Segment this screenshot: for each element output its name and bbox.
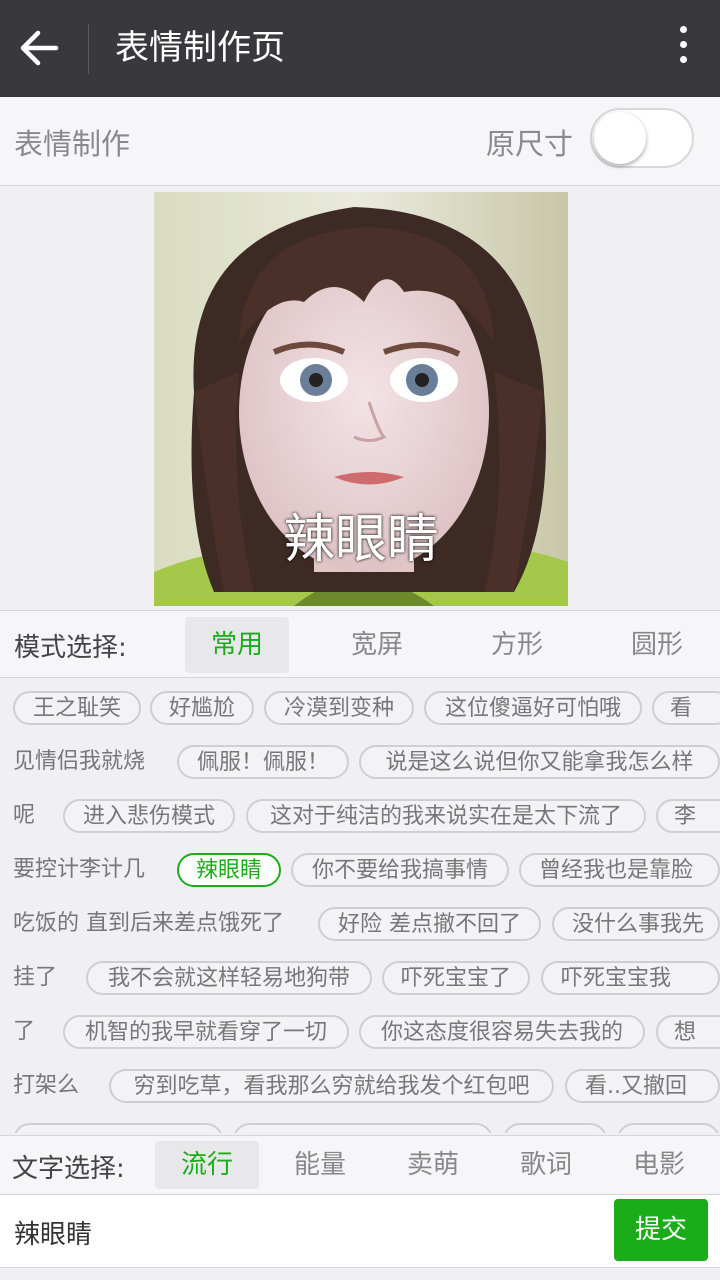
back-arrow-icon[interactable] (18, 27, 60, 69)
text-select-bar: 文字选择: 流行 能量 卖萌 歌词 电影 (0, 1135, 720, 1195)
phrase-tag[interactable]: 冷漠到变种 (264, 691, 414, 725)
caption-input-bar: 提交 (0, 1195, 720, 1268)
phrase-tag[interactable]: 好险 差点撤不回了 (318, 907, 541, 941)
toggle-knob (594, 112, 646, 164)
tab-cute[interactable]: 卖萌 (381, 1141, 485, 1189)
tab-common[interactable]: 常用 (185, 617, 289, 673)
phrase-tag[interactable]: 说是这么说但你又能拿我怎么样 (359, 745, 720, 779)
phrase-tag[interactable]: 想 (656, 1015, 720, 1049)
tab-lyrics[interactable]: 歌词 (494, 1141, 598, 1189)
app-header: 表情制作页 (0, 0, 720, 97)
phrase-tag-continued[interactable]: 呢 (13, 799, 35, 833)
tab-movie[interactable]: 电影 (607, 1141, 711, 1189)
phrase-tag-selected[interactable]: 辣眼睛 (177, 853, 281, 887)
phrase-tag-continued[interactable]: 要控计李计几 (13, 853, 145, 887)
phrase-tag[interactable]: 进入悲伤模式 (63, 799, 235, 833)
phrase-tag[interactable]: 这位傻逼好可怕哦 (424, 691, 642, 725)
phrase-tag[interactable]: 这对于纯洁的我来说实在是太下流了 (246, 799, 646, 833)
tab-energy[interactable]: 能量 (268, 1141, 372, 1189)
phrase-tag[interactable]: 你不要给我搞事情 (291, 853, 509, 887)
make-bar: 表情制作 原尺寸 (0, 97, 720, 186)
phrase-tag-continued[interactable]: 吃饭的 直到后来差点饿死了 (13, 907, 284, 941)
phrase-tag[interactable]: 机智的我早就看穿了一切 (63, 1015, 349, 1049)
caption-input[interactable] (12, 1201, 606, 1263)
phrase-tag-clipped[interactable] (617, 1123, 720, 1133)
original-size-toggle[interactable] (590, 108, 694, 168)
meme-caption: 辣眼睛 (282, 510, 439, 570)
phrase-tag-continued[interactable]: 打架么 (13, 1069, 79, 1103)
phrase-tag[interactable]: 吓死宝宝我 (541, 961, 720, 995)
phrase-tag-clipped[interactable] (233, 1123, 493, 1133)
phrase-tag[interactable]: 看 (652, 691, 720, 725)
phrase-tag[interactable]: 看..又撤回 (565, 1069, 720, 1103)
phrase-tag[interactable]: 我不会就这样轻易地狗带 (86, 961, 372, 995)
phrase-tag-list: 王之耻笑 好尴尬 冷漠到变种 这位傻逼好可怕哦 看 见情侣我就烧 佩服！佩服！ … (0, 678, 720, 1133)
header-divider (88, 24, 89, 74)
original-size-label: 原尺寸 (486, 127, 574, 161)
phrase-tag-clipped[interactable] (503, 1123, 607, 1133)
phrase-tag[interactable]: 王之耻笑 (13, 691, 141, 725)
phrase-tag[interactable]: 曾经我也是靠脸 (519, 853, 720, 887)
tab-square[interactable]: 方形 (465, 617, 569, 673)
mode-label: 模式选择: (14, 633, 127, 663)
phrase-tag[interactable]: 吓死宝宝了 (382, 961, 530, 995)
phrase-tag-continued[interactable]: 挂了 (13, 961, 57, 995)
page-title: 表情制作页 (115, 28, 285, 68)
submit-button[interactable]: 提交 (614, 1199, 708, 1261)
phrase-tag[interactable]: 佩服！佩服！ (177, 745, 349, 779)
phrase-tag-continued[interactable]: 了 (13, 1015, 35, 1049)
phrase-tag[interactable]: 好尴尬 (150, 691, 254, 725)
phrase-tag-clipped[interactable] (13, 1123, 223, 1133)
phrase-tag[interactable]: 没什么事我先 (552, 907, 720, 941)
phrase-tag[interactable]: 你这态度很容易失去我的 (359, 1015, 645, 1049)
mode-select-bar: 模式选择: 常用 宽屏 方形 圆形 (0, 610, 720, 678)
tab-popular[interactable]: 流行 (155, 1141, 259, 1189)
meme-preview-image: 辣眼睛 (154, 192, 568, 606)
tab-circle[interactable]: 圆形 (605, 617, 709, 673)
phrase-tag[interactable]: 李 (656, 799, 720, 833)
more-vertical-icon[interactable] (668, 26, 698, 72)
tab-widescreen[interactable]: 宽屏 (325, 617, 429, 673)
phrase-tag-continued[interactable]: 见情侣我就烧 (13, 745, 145, 779)
make-label: 表情制作 (14, 127, 131, 161)
phrase-tag[interactable]: 穷到吃草，看我那么穷就给我发个红包吧 (109, 1069, 554, 1103)
text-select-label: 文字选择: (12, 1154, 125, 1184)
